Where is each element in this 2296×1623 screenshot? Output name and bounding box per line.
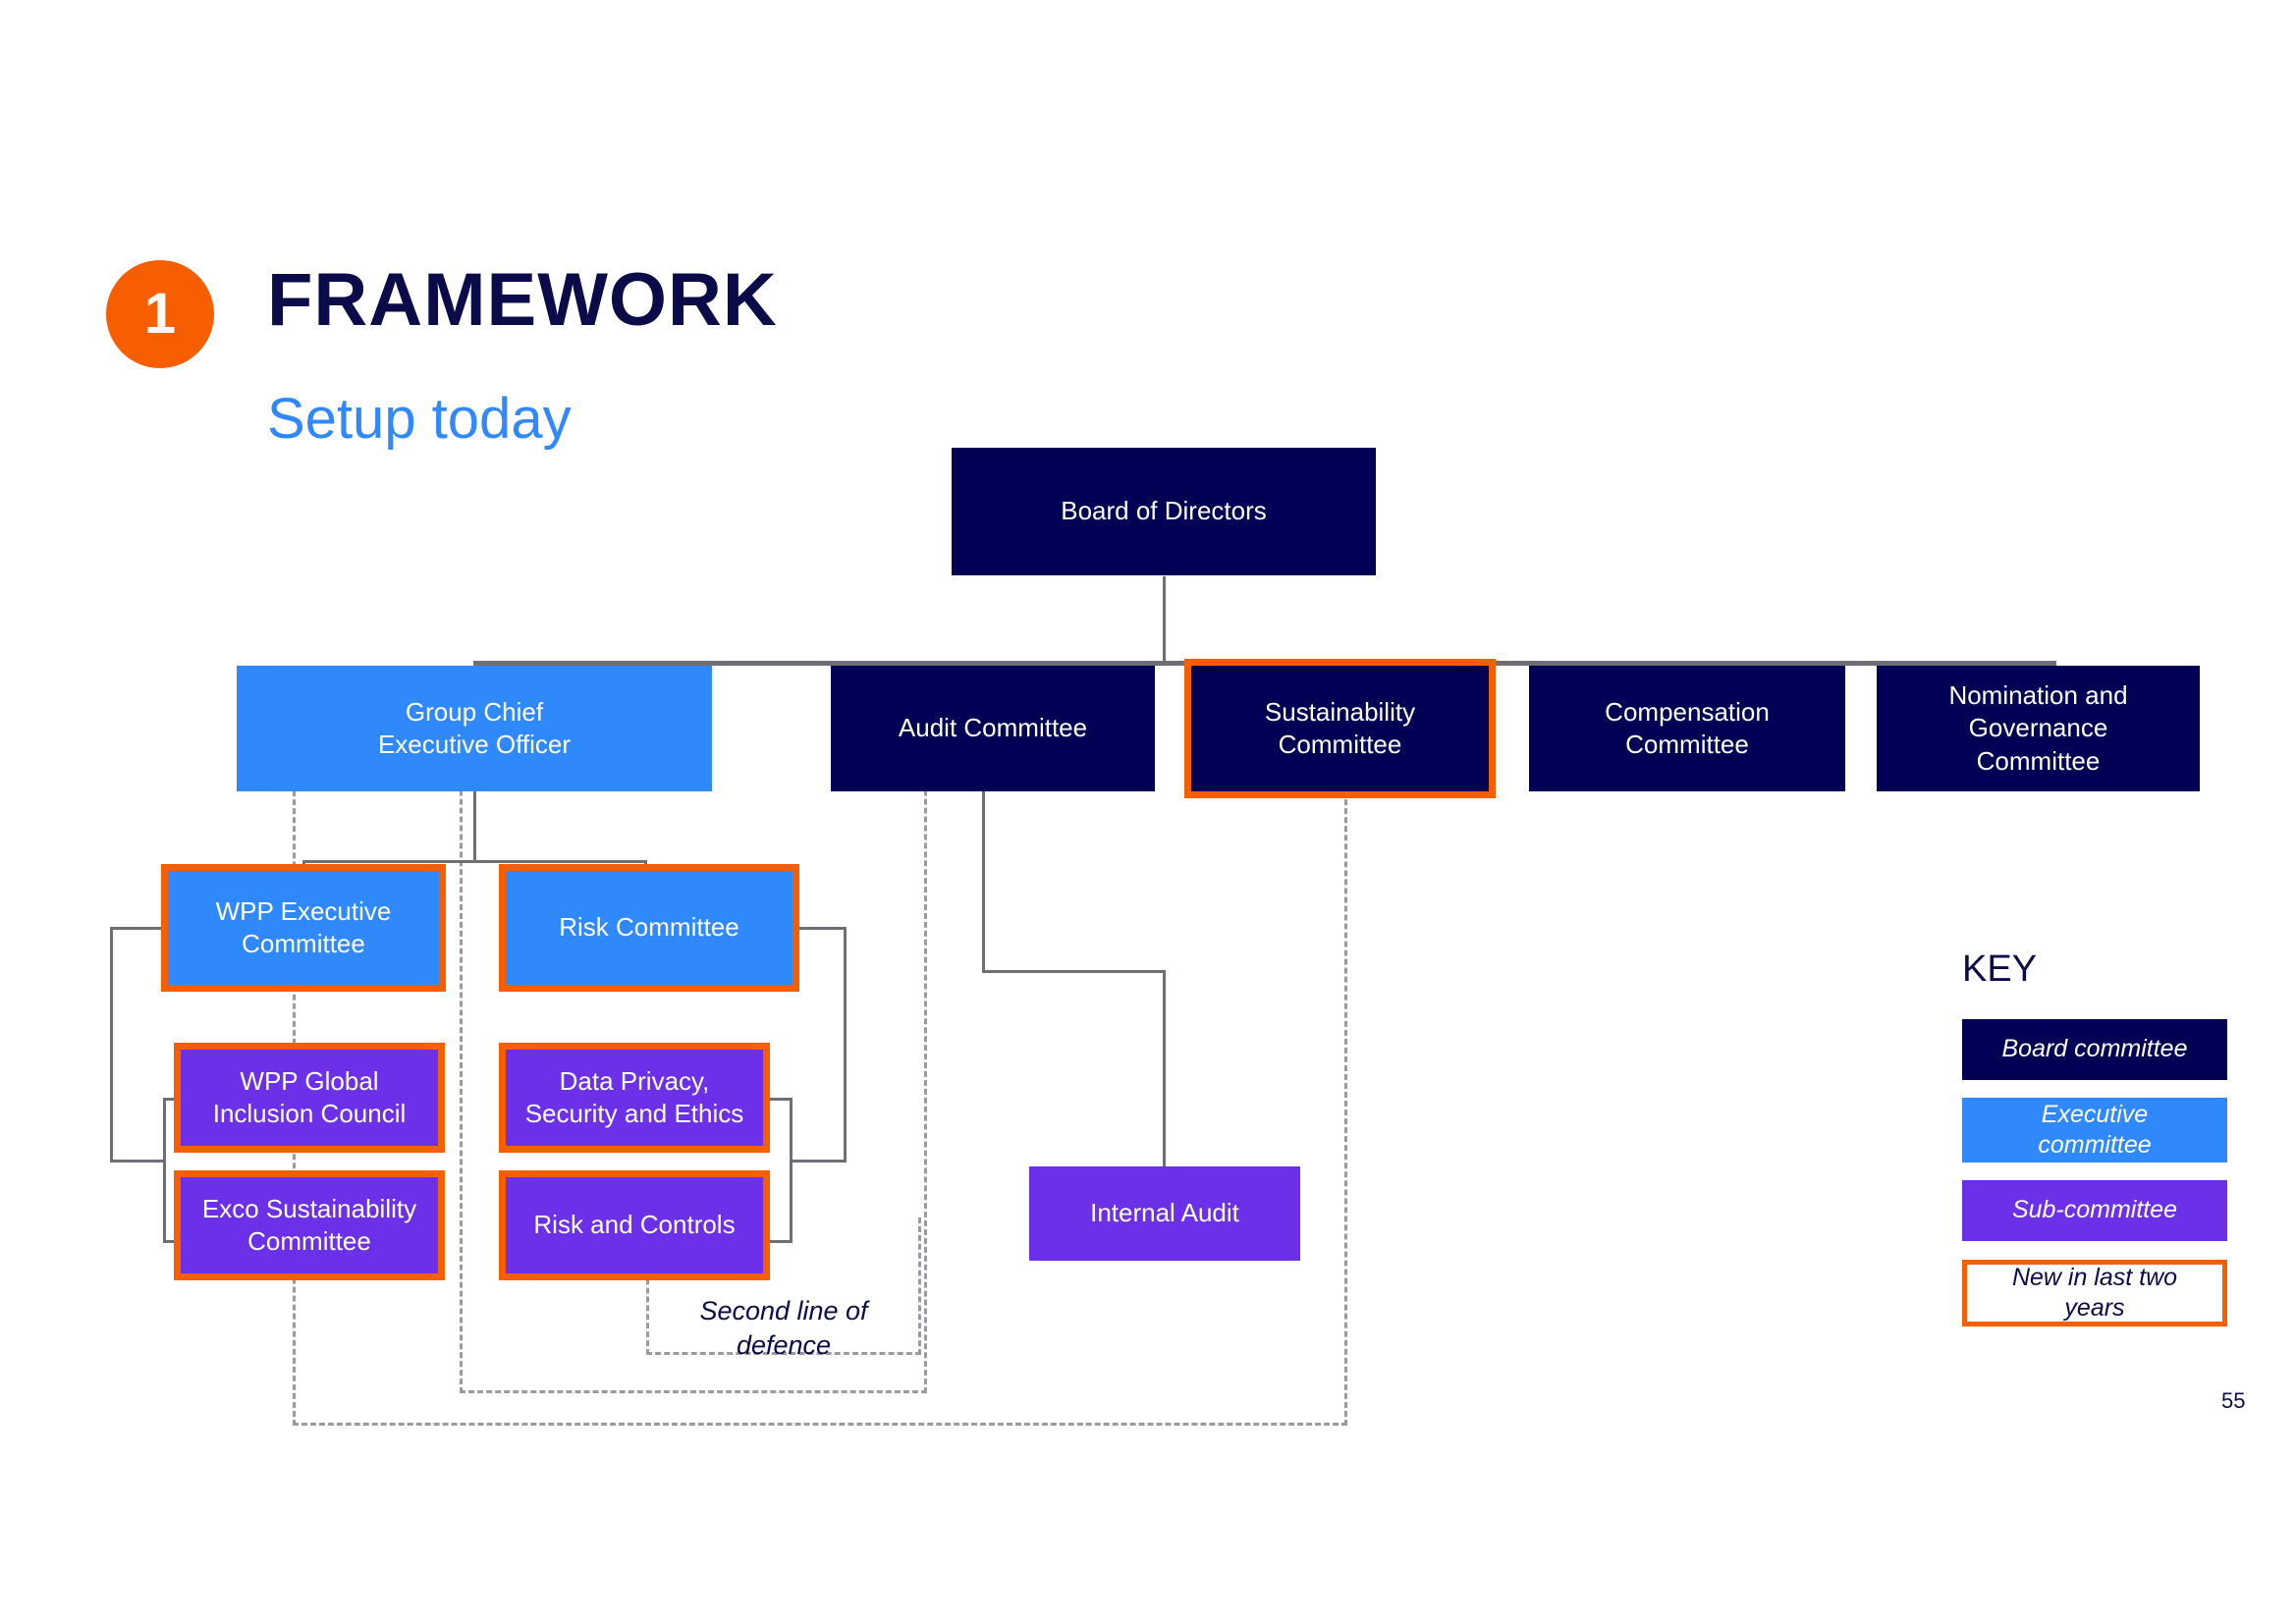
node-label: Risk and Controls	[533, 1210, 736, 1240]
node-label-line1: Group Chief	[405, 696, 544, 727]
page-title: FRAMEWORK	[267, 258, 778, 342]
key-label-line1: Sub-committee	[2011, 1196, 2178, 1224]
node-label: Internal Audit	[1090, 1198, 1239, 1228]
node-label-line3: Committee	[1976, 745, 2101, 776]
connector-wpp-exec-left-trunk	[110, 927, 113, 1163]
page-number: 55	[2221, 1388, 2246, 1413]
node-internal-audit[interactable]: Internal Audit	[1029, 1166, 1300, 1261]
connector-left-trunk-to-junction	[110, 1160, 165, 1163]
key-item-board-committee: Board committee	[1962, 1019, 2227, 1080]
node-risk-and-controls[interactable]: Risk and Controls	[499, 1170, 770, 1280]
node-wpp-global-inclusion-council[interactable]: WPP Global Inclusion Council	[174, 1043, 445, 1153]
key-item-new-in-last-two-years: New in last two years	[1962, 1260, 2227, 1326]
node-label-line1: Data Privacy,	[559, 1065, 710, 1096]
connector-ceo-split-bar	[302, 860, 647, 863]
node-board-of-directors[interactable]: Board of Directors	[952, 448, 1376, 575]
node-sustainability-committee[interactable]: Sustainability Committee	[1184, 659, 1496, 798]
node-label-line2: Inclusion Council	[212, 1099, 407, 1128]
node-label: Risk Committee	[559, 912, 739, 943]
node-label: Board of Directors	[1061, 496, 1267, 526]
connector-audit-elbow	[982, 970, 1166, 973]
key-label-line2: committee	[2038, 1131, 2152, 1159]
node-nomination-and-governance-committee[interactable]: Nomination and Governance Committee	[1877, 666, 2200, 791]
node-label-line2: Committee	[1625, 730, 1749, 759]
node-data-privacy-security-and-ethics[interactable]: Data Privacy, Security and Ethics	[499, 1043, 770, 1153]
node-label-line2: Committee	[1278, 730, 1402, 759]
key-label-rest: committee	[2067, 1035, 2188, 1063]
key-item-executive-committee: Executive committee	[1962, 1098, 2227, 1163]
connector-wpp-exec-left-stub	[110, 927, 161, 930]
connector-risk-committee-right-stub	[795, 927, 847, 930]
node-compensation-committee[interactable]: Compensation Committee	[1529, 666, 1845, 791]
node-label-line2: Governance	[1968, 713, 2108, 743]
key-title: KEY	[1962, 948, 2038, 990]
key-label-line1: New in last two	[2011, 1263, 2178, 1291]
node-label-line1: Sustainability	[1264, 696, 1416, 727]
node-label-line1: WPP Global	[240, 1065, 379, 1096]
node-wpp-executive-committee[interactable]: WPP Executive Committee	[161, 864, 446, 992]
node-label-line1: Exco Sustainability	[201, 1193, 417, 1223]
node-group-chief-executive-officer[interactable]: Group Chief Executive Officer	[237, 666, 712, 791]
node-exco-sustainability-committee[interactable]: Exco Sustainability Committee	[174, 1170, 445, 1280]
node-audit-committee[interactable]: Audit Committee	[831, 666, 1155, 791]
node-label-line2: Committee	[242, 929, 365, 958]
node-label-line1: WPP Executive	[215, 895, 392, 926]
node-label-line2: Executive Officer	[377, 730, 572, 759]
connector-ceo-down	[473, 791, 476, 862]
second-line-of-defence-label: Second line of defence	[656, 1294, 911, 1363]
node-risk-committee[interactable]: Risk Committee	[499, 864, 799, 992]
connector-elbow-to-internal-audit	[1163, 970, 1166, 1167]
page-subtitle: Setup today	[267, 387, 572, 451]
key-label-line1: Executive	[2041, 1100, 2149, 1128]
node-label-line1: Compensation	[1605, 696, 1770, 727]
connector-right-inner-bracket	[790, 1098, 793, 1243]
connector-board-down	[1163, 576, 1166, 663]
connector-audit-down	[982, 791, 985, 973]
key-item-sub-committee: Sub-committee	[1962, 1180, 2227, 1241]
node-label-line1: Nomination and	[1948, 680, 2128, 711]
key-label-emphasis: Board	[2001, 1035, 2068, 1063]
connector-risk-right-trunk	[844, 927, 847, 1163]
second-line-of-defence-line1: Second line of	[699, 1296, 868, 1325]
node-label-line2: Security and Ethics	[524, 1099, 744, 1128]
connector-right-trunk-to-junction	[790, 1160, 847, 1163]
section-number-badge: 1	[106, 260, 214, 368]
second-line-of-defence-line2: defence	[736, 1330, 832, 1361]
node-label: Audit Committee	[898, 713, 1088, 743]
key-label-line2: years	[2064, 1294, 2125, 1322]
connector-left-inner-bracket	[163, 1098, 166, 1243]
node-label-line2: Committee	[247, 1226, 371, 1256]
